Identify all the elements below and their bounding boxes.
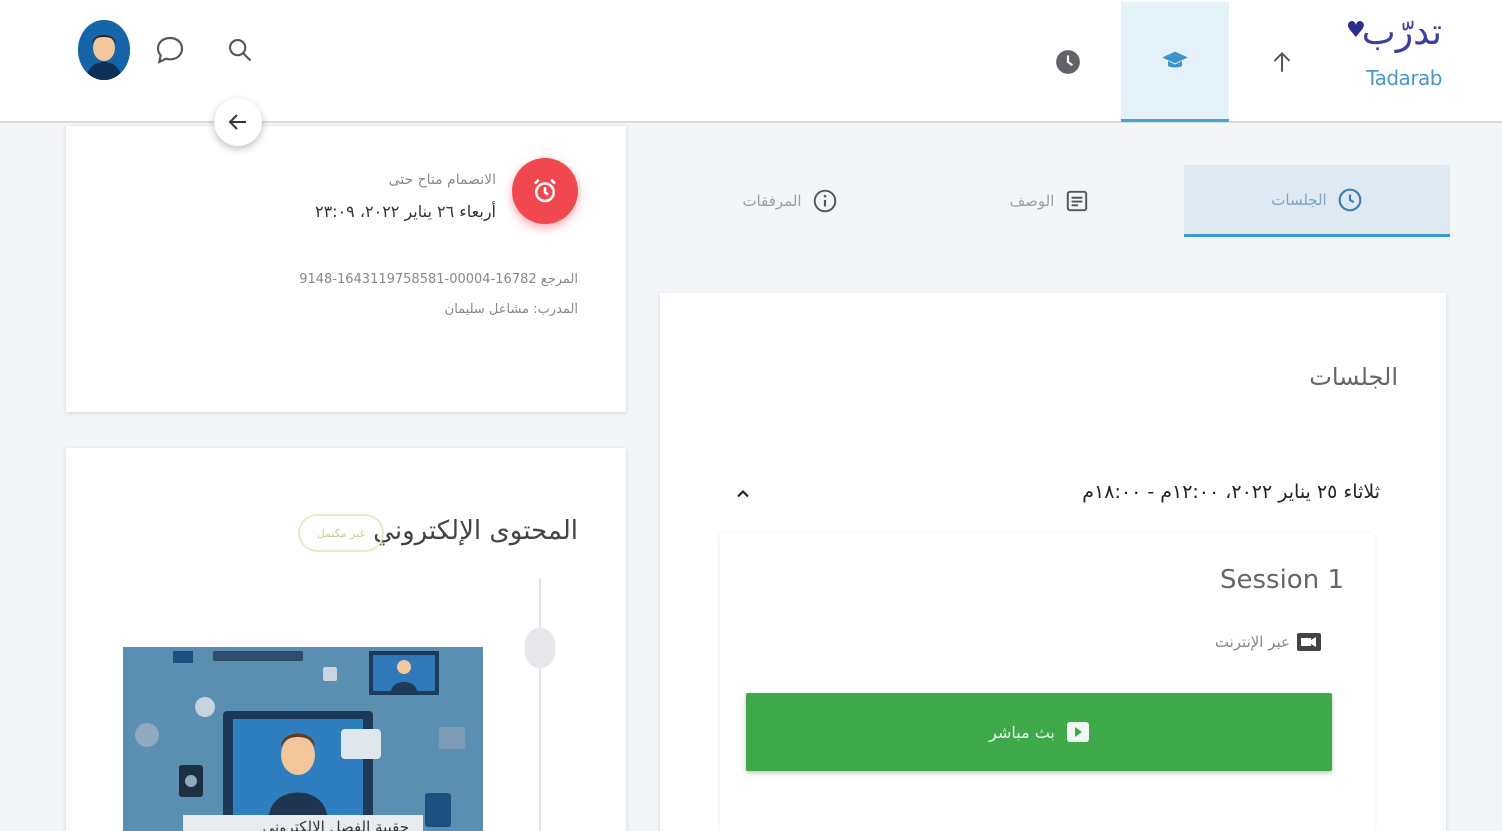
chat-icon [156, 36, 184, 64]
tab-attachments[interactable]: المرفقات [690, 165, 890, 237]
tab-description-label: الوصف [1009, 192, 1055, 210]
join-deadline-date: أربعاء ٢٦ يناير ٢٠٢٢، ٢٣:٠٩ [314, 202, 496, 221]
chat-button[interactable] [150, 30, 190, 70]
timeline-knob [525, 628, 555, 668]
arrow-left-icon [228, 114, 246, 130]
video-camera-icon [1297, 633, 1321, 651]
booking-card: الانضمام متاح حتى أربعاء ٢٦ يناير ٢٠٢٢، … [66, 126, 626, 412]
chevron-up-icon [737, 489, 749, 498]
search-button[interactable] [220, 30, 260, 70]
timeline-line [539, 578, 541, 831]
econtent-illustration [123, 647, 483, 831]
clock-outline-icon [1338, 188, 1362, 211]
session-name: Session 1 [1219, 565, 1344, 595]
nav-courses-button[interactable] [1121, 2, 1229, 122]
live-stream-button[interactable]: بث مباشر [746, 693, 1332, 771]
trainer-name: المدرب: مشاعل سليمان [444, 302, 578, 317]
info-icon [813, 189, 836, 213]
search-icon [229, 39, 252, 62]
status-badge: غير مكتمل [298, 514, 384, 552]
logo-arabic-text: تدرّب [1361, 12, 1442, 53]
nav-scroll-up-button[interactable] [1228, 2, 1336, 122]
econtent-card: المحتوى الإلكتروني غير مكتمل حقيبة الفصل… [66, 448, 626, 831]
sessions-card: الجلسات ثلاثاء ٢٥ يناير ٢٠٢٢، ١٢:٠٠م - ١… [660, 293, 1446, 831]
graduation-cap-icon [1162, 51, 1188, 67]
alarm-clock-icon [534, 178, 556, 203]
live-stream-label: بث مباشر [989, 722, 1055, 742]
econtent-title: المحتوى الإلكتروني [373, 516, 578, 546]
collapse-toggle-button[interactable] [728, 479, 758, 509]
document-icon [1067, 190, 1088, 212]
user-avatar[interactable] [78, 20, 130, 80]
clock-icon [1056, 50, 1080, 74]
session-item: Session 1 عبر الإنترنت بث مباشر [720, 533, 1374, 831]
tab-sessions-label: الجلسات [1271, 190, 1327, 209]
session-mode-label: عبر الإنترنت [1214, 633, 1290, 651]
tab-sessions[interactable]: الجلسات [1184, 165, 1450, 237]
session-date-range: ثلاثاء ٢٥ يناير ٢٠٢٢، ١٢:٠٠م - ١٨:٠٠م [1082, 481, 1380, 503]
sessions-title: الجلسات [1309, 363, 1398, 391]
econtent-thumbnail[interactable]: حقيبة الفصل الإلكتروني [123, 647, 483, 831]
join-available-label: الانضمام متاح حتى [388, 172, 496, 188]
reference-number: المرجع 16782-00004-1643119758581-9148 [299, 272, 578, 287]
play-icon [1066, 722, 1089, 742]
nav-history-button[interactable] [1014, 2, 1122, 122]
user-avatar-image [78, 20, 130, 80]
tadarab-logo[interactable]: ♥ تدرّب Tadarab [1342, 12, 1442, 98]
econtent-thumbnail-caption: حقيبة الفصل الإلكتروني [183, 815, 423, 831]
arrow-up-icon [1273, 51, 1291, 72]
session-mode: عبر الإنترنت [1215, 631, 1322, 653]
alarm-button [512, 158, 578, 224]
back-button[interactable] [214, 98, 262, 146]
logo-english-text: Tadarab [1366, 66, 1442, 90]
tab-attachments-label: المرفقات [742, 192, 802, 210]
tab-description[interactable]: الوصف [950, 165, 1150, 237]
